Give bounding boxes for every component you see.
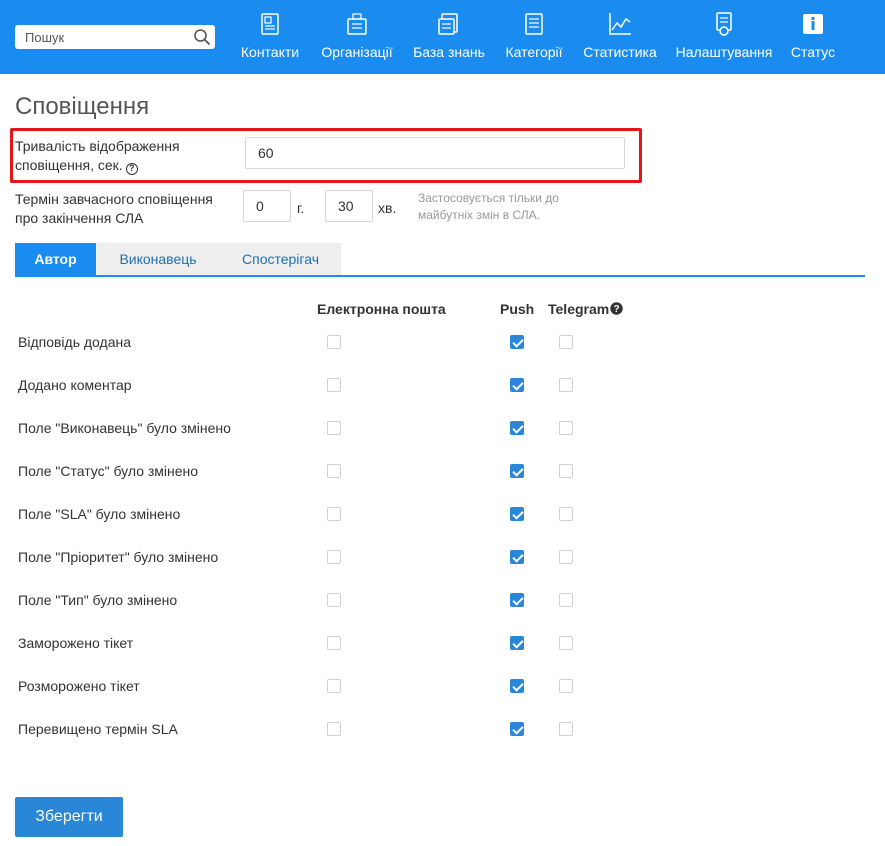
statistics-icon <box>609 13 631 35</box>
telegram-checkbox[interactable] <box>559 464 573 478</box>
nav-status-label: Статус <box>790 44 836 60</box>
row-label: Поле "SLA" було змінено <box>18 506 181 522</box>
row-label: Поле "Статус" було змінено <box>18 463 199 479</box>
telegram-checkbox[interactable] <box>559 421 573 435</box>
telegram-checkbox[interactable] <box>559 679 573 693</box>
row-label: Перевищено термін SLA <box>18 721 178 737</box>
row-label: Поле "Виконавець" було змінено <box>18 420 231 436</box>
sla-label-line1: Термін завчасного сповіщення <box>15 191 213 207</box>
contacts-icon <box>261 13 279 35</box>
nav-contacts[interactable]: Контакти <box>234 0 306 74</box>
nav-status[interactable]: Статус <box>786 0 840 74</box>
nav-organizations[interactable]: Організації <box>316 0 398 74</box>
push-checkbox[interactable] <box>510 636 524 650</box>
row-label: Заморожено тікет <box>18 635 134 651</box>
tab-author[interactable]: Автор <box>15 243 96 276</box>
column-telegram: Telegram? <box>548 301 623 317</box>
nav-categories-label: Категорії <box>505 44 563 60</box>
search-input[interactable] <box>15 25 191 49</box>
sla-label: Термін завчасного сповіщення про закінче… <box>15 190 213 228</box>
nav-contacts-label: Контакти <box>240 44 300 60</box>
nav-categories[interactable]: Категорії <box>500 0 568 74</box>
nav-organizations-label: Організації <box>321 44 393 60</box>
push-checkbox[interactable] <box>510 679 524 693</box>
tab-observer[interactable]: Спостерігач <box>220 243 341 276</box>
knowledge-base-icon <box>438 13 458 35</box>
sla-hint-line2: майбутніх змін в СЛА. <box>418 208 540 222</box>
nav-statistics-label: Статистика <box>583 44 657 60</box>
row-label: Поле "Пріоритет" було змінено <box>18 549 219 565</box>
page-title: Сповіщення <box>15 93 150 120</box>
save-button[interactable]: Зберегти <box>15 797 123 837</box>
sla-hint: Застосовується тільки до майбутніх змін … <box>418 190 608 224</box>
svg-text:?: ? <box>614 304 620 315</box>
push-checkbox[interactable] <box>510 722 524 736</box>
telegram-checkbox[interactable] <box>559 335 573 349</box>
tab-assignee[interactable]: Виконавець <box>96 243 220 276</box>
email-checkbox[interactable] <box>327 378 341 392</box>
row-label: Відповідь додана <box>18 334 132 350</box>
push-checkbox[interactable] <box>510 550 524 564</box>
search-box <box>15 25 215 49</box>
categories-icon <box>525 13 543 35</box>
push-checkbox[interactable] <box>510 507 524 521</box>
row-label: Додано коментар <box>18 377 132 393</box>
telegram-checkbox[interactable] <box>559 507 573 521</box>
sla-hours-input[interactable] <box>243 190 291 222</box>
telegram-checkbox[interactable] <box>559 593 573 607</box>
nav-knowledge-base-label: База знань <box>413 44 485 60</box>
nav-settings-label: Налаштування <box>675 44 773 60</box>
sla-hours-unit: г. <box>297 200 305 216</box>
tabs-underline <box>15 275 865 277</box>
push-checkbox[interactable] <box>510 335 524 349</box>
top-navigation-bar: Контакти Організації База знань Категорі… <box>0 0 885 74</box>
nav-knowledge-base[interactable]: База знань <box>408 0 490 74</box>
email-checkbox[interactable] <box>327 507 341 521</box>
status-info-icon <box>803 14 823 34</box>
sla-hint-line1: Застосовується тільки до <box>418 191 559 205</box>
column-email: Електронна пошта <box>317 301 446 317</box>
search-icon[interactable] <box>193 28 211 46</box>
nav-settings[interactable]: Налаштування <box>672 0 776 74</box>
row-label: Розморожено тікет <box>18 678 140 694</box>
telegram-checkbox[interactable] <box>559 722 573 736</box>
settings-icon <box>716 12 732 36</box>
duration-label-line1: Тривалість відображення <box>15 138 180 154</box>
push-checkbox[interactable] <box>510 593 524 607</box>
email-checkbox[interactable] <box>327 722 341 736</box>
telegram-help-icon[interactable]: ? <box>610 302 623 315</box>
duration-label: Тривалість відображення сповіщення, сек.… <box>15 137 180 175</box>
telegram-checkbox[interactable] <box>559 550 573 564</box>
email-checkbox[interactable] <box>327 679 341 693</box>
column-push: Push <box>500 301 535 317</box>
email-checkbox[interactable] <box>327 335 341 349</box>
row-label: Поле "Тип" було змінено <box>18 592 178 608</box>
sla-minutes-unit: хв. <box>378 200 397 216</box>
push-checkbox[interactable] <box>510 464 524 478</box>
email-checkbox[interactable] <box>327 636 341 650</box>
telegram-checkbox[interactable] <box>559 378 573 392</box>
email-checkbox[interactable] <box>327 550 341 564</box>
telegram-checkbox[interactable] <box>559 636 573 650</box>
email-checkbox[interactable] <box>327 464 341 478</box>
nav-statistics[interactable]: Статистика <box>578 0 662 74</box>
column-telegram-label: Telegram <box>548 301 610 317</box>
duration-input[interactable] <box>245 137 625 169</box>
email-checkbox[interactable] <box>327 421 341 435</box>
duration-label-line2: сповіщення, сек. <box>15 157 123 173</box>
sla-label-line2: про закінчення СЛА <box>15 210 144 226</box>
help-icon[interactable]: ? <box>125 163 138 175</box>
email-checkbox[interactable] <box>327 593 341 607</box>
push-checkbox[interactable] <box>510 421 524 435</box>
sla-minutes-input[interactable] <box>325 190 373 222</box>
organizations-icon <box>347 13 367 35</box>
push-checkbox[interactable] <box>510 378 524 392</box>
